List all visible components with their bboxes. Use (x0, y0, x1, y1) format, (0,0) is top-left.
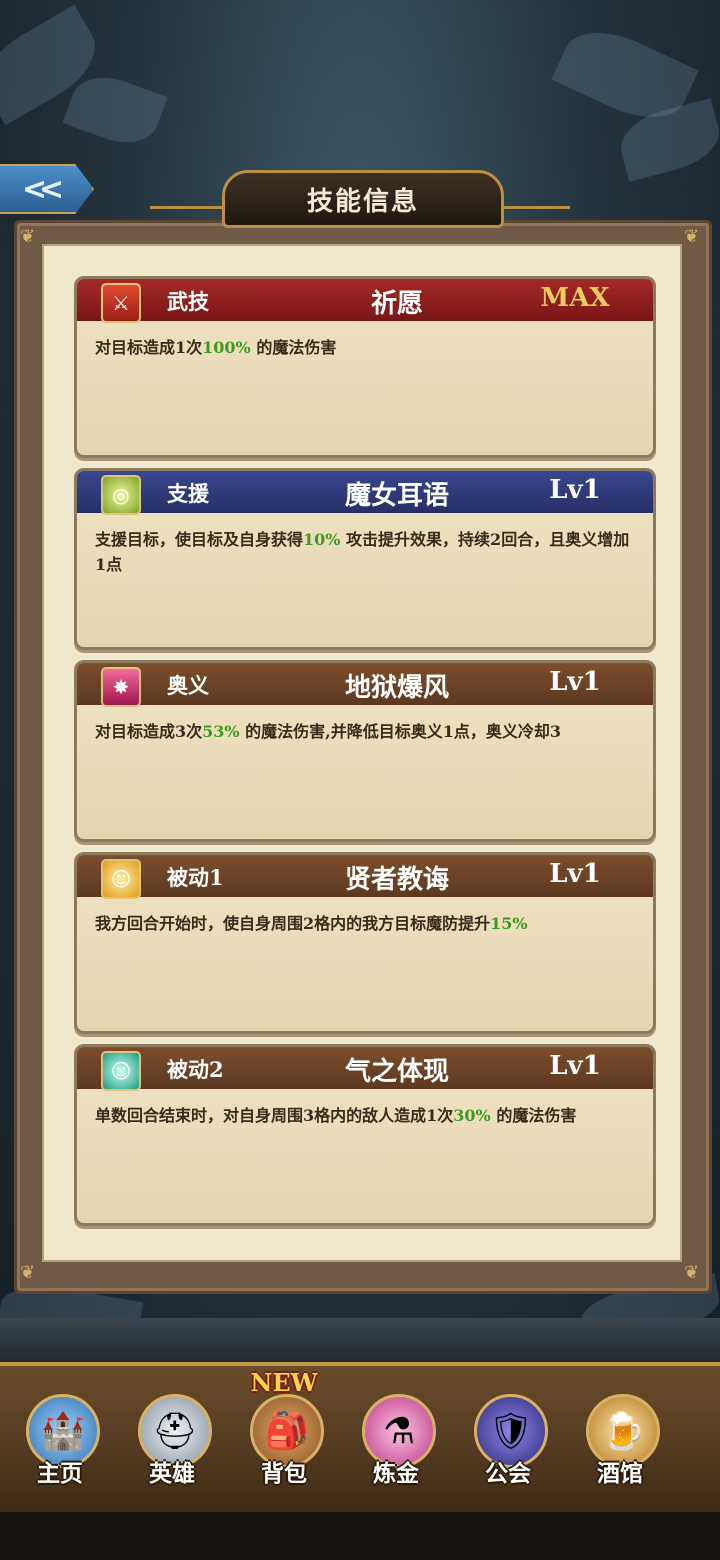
skill-level: Lv1 (549, 859, 601, 889)
skill-type: 奥义 (167, 673, 209, 698)
skill-name: 祈愿 (370, 289, 423, 319)
skill-name: 地狱爆风 (344, 673, 449, 703)
skill-description: 对目标造成3次53% 的魔法伤害,并降低目标奥义1点，奥义冷却3 (95, 722, 562, 741)
skill-description: 支援目标，使目标及自身获得10% 攻击提升效果，持续2回合，且奥义增加1点 (95, 530, 630, 574)
skill-name: 魔女耳语 (344, 481, 449, 511)
nav-label: 英雄 (149, 1460, 195, 1487)
skill-card[interactable]: ◎ 支援 魔女耳语 Lv1 支援目标，使目标及自身获得10% 攻击提升效果，持续… (74, 468, 656, 650)
back-button[interactable]: << (0, 164, 94, 214)
skill-level: Lv1 (549, 475, 601, 505)
new-badge: NEW (250, 1368, 318, 1397)
ornament-icon: ❦ (684, 226, 700, 247)
sword-icon: ⚔ (101, 283, 141, 323)
skill-card-header: ⚔ 武技 祈愿 MAX (77, 279, 653, 323)
nav-item-home[interactable]: 🏰 主页 (10, 1382, 110, 1502)
ornament-icon: ❦ (20, 1262, 36, 1283)
skill-description: 对目标造成1次100% 的魔法伤害 (95, 338, 337, 357)
nav-label: 酒馆 (597, 1460, 643, 1487)
double-chevron-left-icon: << (21, 171, 64, 207)
skill-level: MAX (540, 283, 610, 313)
skill-type: 支援 (167, 481, 209, 506)
skill-card-header: ◎ 支援 魔女耳语 Lv1 (77, 471, 653, 515)
skill-level: Lv1 (549, 667, 601, 697)
ornament-icon: ❦ (20, 226, 36, 247)
nav-label: 背包 (261, 1460, 307, 1487)
nav-label: 公会 (485, 1460, 531, 1487)
skill-card-header: ☺ 被动2 气之体现 Lv1 (77, 1047, 653, 1091)
skill-name: 气之体现 (344, 1057, 449, 1087)
magic-circle-icon: ◎ (101, 475, 141, 515)
decorative-strip (0, 1318, 720, 1362)
nav-label: 炼金 (373, 1460, 419, 1487)
person-aura-icon: ☺ (101, 859, 141, 899)
skill-level: Lv1 (549, 1051, 601, 1081)
skill-description: 我方回合开始时，使自身周围2格内的我方目标魔防提升15% (95, 914, 528, 933)
skill-card[interactable]: ✸ 奥义 地狱爆风 Lv1 对目标造成3次53% 的魔法伤害,并降低目标奥义1点… (74, 660, 656, 842)
nav-item-backpack[interactable]: 🎒 NEW 背包 (234, 1368, 334, 1502)
ornament-icon: ❦ (684, 1262, 700, 1283)
person-glow-icon: ☺ (101, 1051, 141, 1091)
page-title-plate: 技能信息 (222, 170, 504, 228)
nav-item-alchemy[interactable]: ⚗ 炼金 (346, 1382, 446, 1502)
page-title: 技能信息 (306, 186, 419, 217)
skill-type: 被动1 (167, 865, 224, 890)
skill-name: 贤者教诲 (344, 865, 449, 895)
bottom-edge (0, 1512, 720, 1560)
skill-card-header: ☺ 被动1 贤者教诲 Lv1 (77, 855, 653, 899)
nav-item-guild[interactable]: 🛡 公会 (458, 1382, 558, 1502)
nav-label: 主页 (37, 1460, 83, 1487)
skill-card[interactable]: ☺ 被动2 气之体现 Lv1 单数回合结束时，对自身周围3格内的敌人造成1次30… (74, 1044, 656, 1226)
skill-description: 单数回合结束时，对自身周围3格内的敌人造成1次30% 的魔法伤害 (95, 1106, 577, 1125)
bottom-nav: 🏰 主页 ⛑ 英雄 🎒 NEW 背包 ⚗ 炼金 🛡 公会 🍺 酒馆 (0, 1362, 720, 1520)
nav-item-tavern[interactable]: 🍺 酒馆 (570, 1382, 670, 1502)
skill-card-header: ✸ 奥义 地狱爆风 Lv1 (77, 663, 653, 707)
skill-type: 武技 (167, 289, 209, 314)
nav-item-heroes[interactable]: ⛑ 英雄 (122, 1382, 222, 1502)
burst-icon: ✸ (101, 667, 141, 707)
skill-card[interactable]: ⚔ 武技 祈愿 MAX 对目标造成1次100% 的魔法伤害 (74, 276, 656, 458)
skill-card[interactable]: ☺ 被动1 贤者教诲 Lv1 我方回合开始时，使自身周围2格内的我方目标魔防提升… (74, 852, 656, 1034)
skill-type: 被动2 (167, 1057, 224, 1082)
